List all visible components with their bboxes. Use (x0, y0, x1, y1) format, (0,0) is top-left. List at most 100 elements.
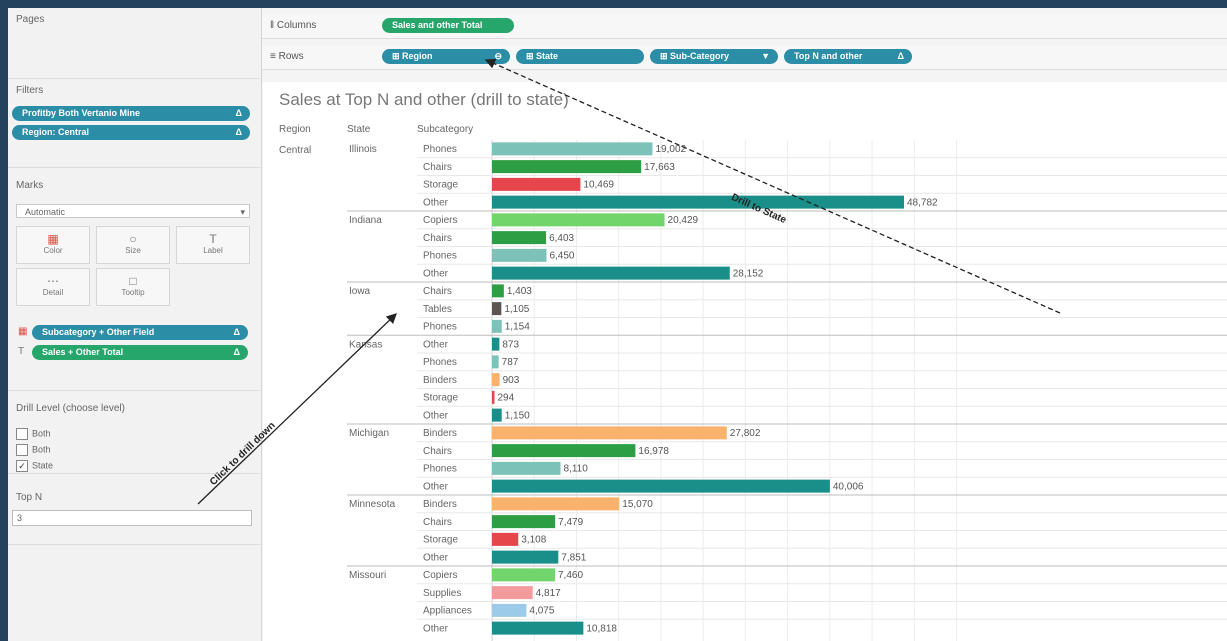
bar[interactable] (492, 426, 727, 440)
rows-pill-subcategory[interactable]: ⊞ Sub-Category ▼ (650, 49, 778, 64)
subcategory-label[interactable]: Phones (423, 464, 457, 475)
state-label[interactable]: Michigan (349, 428, 389, 439)
level-option-3[interactable]: ✓ State (16, 460, 53, 472)
subcategory-label[interactable]: Storage (423, 535, 458, 546)
subcategory-label[interactable]: Binders (423, 375, 457, 386)
marks-card: Marks Automatic ▾ ▦ Color ○ Size T Label… (8, 168, 260, 391)
bar[interactable] (492, 444, 636, 458)
filter-pill-region[interactable]: Region: Central Δ (12, 125, 250, 140)
bar[interactable] (492, 195, 904, 209)
bar[interactable] (492, 621, 584, 635)
rows-pill-region[interactable]: ⊞ Region ⊖ (382, 49, 510, 64)
topn-input[interactable]: 3 (12, 510, 252, 526)
state-label[interactable]: Iowa (349, 286, 371, 297)
subcategory-label[interactable]: Other (423, 552, 449, 563)
bar-value-label: 4,817 (536, 588, 561, 599)
filter-indicator-icon: Δ (235, 127, 242, 137)
subcategory-label[interactable]: Phones (423, 251, 457, 262)
columns-shelf[interactable]: ‖ Columns Sales and other Total (262, 14, 1227, 39)
subcategory-label[interactable]: Chairs (423, 286, 452, 297)
bar[interactable] (492, 231, 547, 245)
subcategory-label[interactable]: Chairs (423, 446, 452, 457)
bar[interactable] (492, 142, 653, 156)
bar[interactable] (492, 355, 499, 369)
bar-chart: Central Illinois Phones 19,002 Chairs 17,663 S… (279, 140, 1227, 641)
rows-pill-topn[interactable]: Top N and other Δ (784, 49, 912, 64)
subcategory-label[interactable]: Other (423, 623, 449, 634)
bar[interactable] (492, 497, 620, 511)
subcategory-label[interactable]: Chairs (423, 233, 452, 244)
rows-shelf[interactable]: ≡ Rows ⊞ Region ⊖ ⊞ State ⊞ Sub-Category… (262, 45, 1227, 70)
subcategory-label[interactable]: Phones (423, 322, 457, 333)
bar[interactable] (492, 213, 665, 227)
state-label[interactable]: Illinois (349, 144, 377, 155)
pill-menu-chevron-icon[interactable]: ▼ (761, 49, 770, 64)
side-panel: Pages Filters Profitby Both Vertanio Min… (8, 8, 262, 641)
bar[interactable] (492, 408, 502, 422)
subcategory-label[interactable]: Binders (423, 428, 457, 439)
subcategory-label[interactable]: Supplies (423, 588, 461, 599)
subcategory-label[interactable]: Copiers (423, 215, 457, 226)
tooltip-button[interactable]: □ Tooltip (96, 268, 170, 306)
subcategory-label[interactable]: Other (423, 339, 449, 350)
bar[interactable] (492, 568, 556, 582)
bar-value-label: 27,802 (730, 428, 761, 439)
subcategory-label[interactable]: Chairs (423, 162, 452, 173)
bar[interactable] (492, 586, 533, 600)
subcategory-label[interactable]: Tables (423, 304, 452, 315)
subcategory-label[interactable]: Storage (423, 180, 458, 191)
subcategory-label[interactable]: Chairs (423, 517, 452, 528)
bar[interactable] (492, 177, 581, 191)
subcategory-label[interactable]: Phones (423, 357, 457, 368)
bar[interactable] (492, 266, 730, 280)
size-button[interactable]: ○ Size (96, 226, 170, 264)
drill-collapse-icon[interactable]: ⊖ (494, 49, 502, 64)
bar[interactable] (492, 319, 502, 333)
level-option-2[interactable]: Both (16, 444, 51, 456)
subcategory-label[interactable]: Other (423, 481, 449, 492)
marks-field-label: Sales + Other Total (42, 347, 124, 357)
label-button-label: Label (203, 246, 223, 255)
bar[interactable] (492, 603, 527, 617)
state-label[interactable]: Indiana (349, 215, 382, 226)
bar[interactable] (492, 160, 642, 174)
subcategory-label[interactable]: Phones (423, 144, 457, 155)
mark-type-dropdown[interactable]: Automatic ▾ (16, 204, 250, 218)
detail-button[interactable]: ⋯ Detail (16, 268, 90, 306)
bar-value-label: 4,075 (529, 606, 554, 617)
bar[interactable] (492, 479, 830, 493)
filter-pill-profit[interactable]: Profitby Both Vertanio Mine Δ (12, 106, 250, 121)
subcategory-label[interactable]: Other (423, 410, 449, 421)
label-button[interactable]: T Label (176, 226, 250, 264)
state-label[interactable]: Minnesota (349, 499, 396, 510)
state-label[interactable]: Kansas (349, 339, 382, 350)
bar[interactable] (492, 461, 561, 475)
subcategory-label[interactable]: Other (423, 197, 449, 208)
marks-field-sales[interactable]: Sales + Other Total Δ (32, 345, 248, 360)
marks-field-subcategory[interactable]: Subcategory + Other Field Δ (32, 325, 248, 340)
bar[interactable] (492, 390, 495, 404)
bar-value-label: 7,479 (558, 517, 583, 528)
bar[interactable] (492, 302, 502, 316)
columns-pill-sales[interactable]: Sales and other Total (382, 18, 514, 33)
bar[interactable] (492, 532, 519, 546)
subcategory-label[interactable]: Binders (423, 499, 457, 510)
bar[interactable] (492, 337, 500, 351)
subcategory-label[interactable]: Appliances (423, 606, 472, 617)
bar[interactable] (492, 373, 500, 387)
level-option-1[interactable]: Both (16, 428, 51, 440)
viz-view: Sales at Top N and other (drill to state… (263, 82, 1227, 641)
color-button[interactable]: ▦ Color (16, 226, 90, 264)
bar[interactable] (492, 248, 547, 262)
bar[interactable] (492, 515, 556, 529)
state-label[interactable]: Missouri (349, 570, 386, 581)
bar-value-label: 15,070 (622, 499, 653, 510)
subcategory-label[interactable]: Copiers (423, 570, 457, 581)
color-icon: ▦ (47, 232, 59, 246)
subcategory-label[interactable]: Other (423, 268, 449, 279)
rows-pill-state[interactable]: ⊞ State (516, 49, 644, 64)
subcategory-label[interactable]: Storage (423, 393, 458, 404)
bar[interactable] (492, 284, 504, 298)
bar[interactable] (492, 550, 559, 564)
region-label: Central (279, 145, 311, 156)
